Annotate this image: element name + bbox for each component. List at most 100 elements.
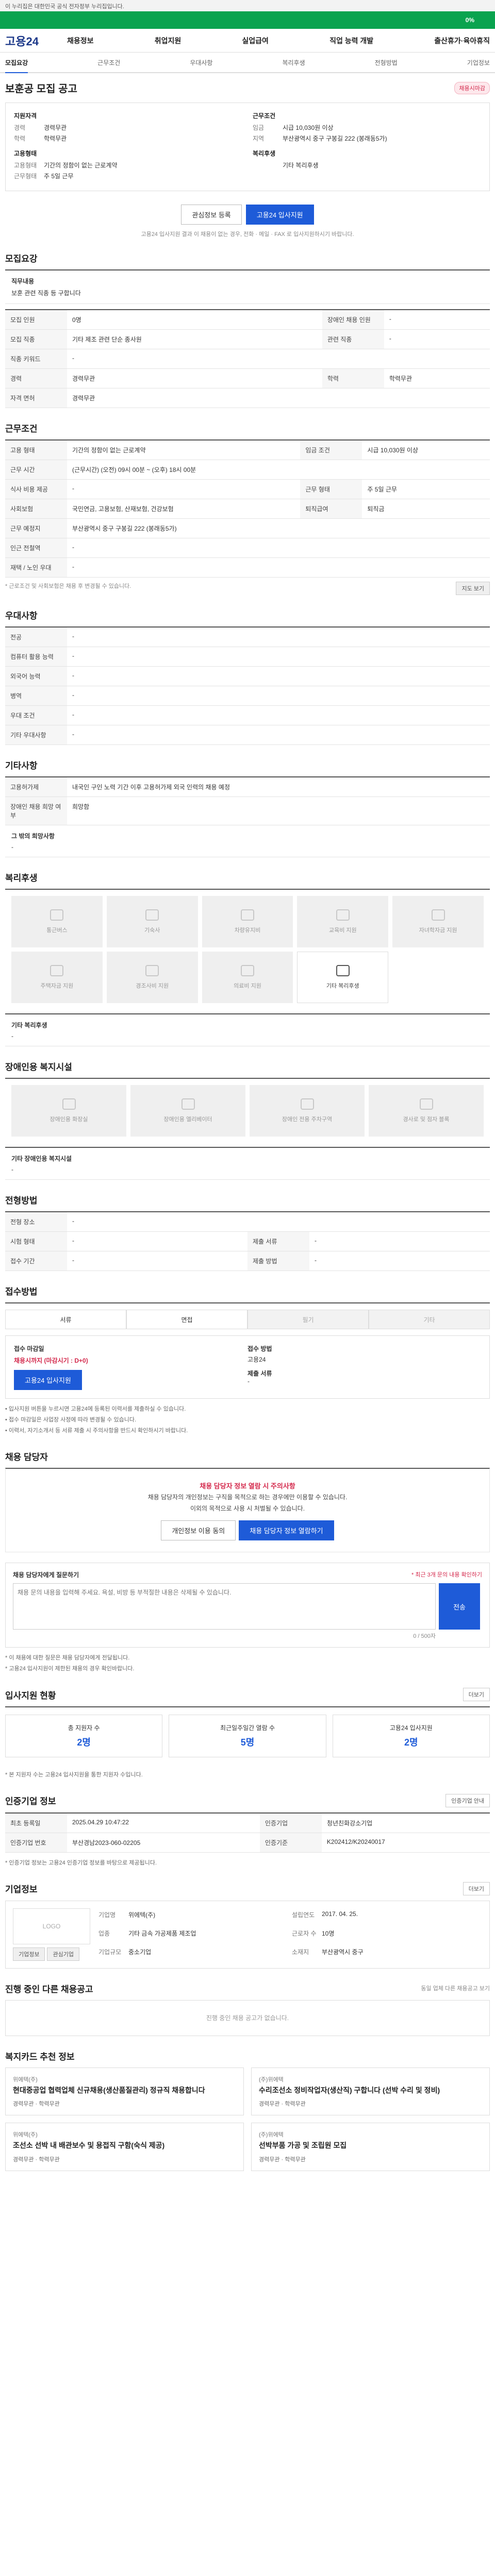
card-company: (주)위에텍: [259, 2076, 284, 2083]
recommend-card[interactable]: 위에텍(주) 현대중공업 협력업체 신규채용(생산품질관리) 정규직 채용합니다 경…: [5, 2067, 244, 2116]
table-cell: (근무시간) (오전) 09시 00분 ~ (오후) 18시 00분: [67, 460, 490, 480]
nav-item[interactable]: 실업급여: [242, 36, 269, 46]
table-cell: -: [67, 349, 490, 369]
card-title[interactable]: 수리조선소 정비작업자(생산직) 구합니다 (선박 수리 및 정비): [259, 2086, 482, 2096]
table-header-cell: 학력: [322, 368, 384, 388]
progress-bar: 0%: [0, 11, 495, 29]
facility-icon: [419, 1098, 433, 1110]
gov-banner: 이 누리집은 대한민국 공식 전자정부 누리집입니다.: [0, 0, 495, 11]
scrap-button[interactable]: 관심정보 등록: [181, 205, 242, 225]
receipt-apply-button[interactable]: 고용24 입사지원: [14, 1370, 82, 1390]
card-title[interactable]: 현대중공업 협력업체 신규채용(생산품질관리) 정규직 채용합니다: [13, 2086, 236, 2096]
welfare-etc-box: 기타 복리후생 -: [5, 1013, 490, 1046]
table-header-cell: 최초 등록일: [5, 1812, 67, 1833]
welfare-label: 통근버스: [46, 927, 68, 934]
other-wish-title: 그 밖의 희망사항: [11, 833, 55, 840]
method-tile: 기타: [369, 1310, 490, 1329]
nav-item[interactable]: 출산휴가·육아휴직: [434, 36, 490, 46]
stat-label: 고용24 입사지원: [389, 1724, 433, 1732]
summary-value: 기타 복리후생: [283, 162, 319, 169]
view-contact-button[interactable]: 채용 담당자 정보 열람하기: [239, 1520, 334, 1541]
table-cell: 부산경남2023-060-02205: [67, 1833, 260, 1853]
welfare-label: 차량유지비: [234, 927, 261, 934]
other-jobs-link[interactable]: 동일 업체 다른 채용공고 보기: [421, 1984, 490, 1992]
facility-label: 장애인용 화장실: [50, 1116, 88, 1123]
stat-card: 최근일주일간 열람 수 5명: [169, 1715, 326, 1758]
stat-card: 고용24 입사지원 2명: [332, 1715, 490, 1758]
company-fav-button[interactable]: 관심기업: [47, 1947, 79, 1961]
summary-row: 근무형태 주 5일 근무: [14, 172, 242, 180]
company-row: 소재지 부산광역시 중구: [292, 1947, 482, 1959]
table-header-cell: 관련 직종: [322, 329, 384, 349]
company-more-link[interactable]: 더보기: [463, 1882, 490, 1895]
preference-table: 전공 - 컴퓨터 활용 능력 - 외국어 능력 - 병역 - 우대 조건 - 기타 우대사항 -: [5, 626, 490, 745]
table-row: 자격 면허 경력무관: [5, 388, 490, 408]
privacy-agree-button[interactable]: 개인정보 이용 동의: [161, 1520, 236, 1541]
page-title: 보훈공 모집 공고: [5, 83, 77, 95]
company-key: 소재지: [292, 1948, 309, 1956]
contact-heading: 채용 담당자: [5, 1452, 48, 1462]
company-info-button[interactable]: 기업정보: [13, 1947, 45, 1961]
summary-value: 부산광역시 중구 구봉길 222 (봉래동5가): [283, 135, 387, 142]
question-send-button[interactable]: 전송: [439, 1583, 480, 1630]
table-header-cell: 전공: [5, 627, 67, 647]
tab-item[interactable]: 우대사항: [190, 58, 212, 67]
nav-item[interactable]: 직업 능력 개발: [329, 36, 373, 46]
receipt-docs-label: 제출 서류: [248, 1370, 272, 1377]
tab-item[interactable]: 모집요강: [5, 58, 28, 73]
cert-heading: 인증기업 정보: [5, 1797, 56, 1807]
other-table: 고용허가제 내국인 구인 노력 기간 이후 고용허가제 외국 인력의 채용 예정 장…: [5, 776, 490, 825]
table-cell: K202412/K20240017: [321, 1833, 490, 1853]
nav-item[interactable]: 채용정보: [67, 36, 94, 46]
welfare-tile: 주택자금 지원: [11, 952, 103, 1003]
tab-item[interactable]: 복리후생: [282, 58, 305, 67]
summary-key: 고용형태: [14, 162, 37, 169]
tab-item[interactable]: 기업정보: [467, 58, 490, 67]
table-cell: 경력무관: [67, 388, 490, 408]
welfare-etc-text: -: [11, 1032, 13, 1040]
nav-item[interactable]: 취업지원: [155, 36, 182, 46]
card-title[interactable]: 조선소 선박 내 배관보수 및 용접직 구함(숙식 제공): [13, 2141, 236, 2151]
card-title[interactable]: 선박부품 가공 및 조립원 모집: [259, 2141, 482, 2151]
table-cell: 국민연금, 고용보험, 산재보험, 건강보험: [67, 499, 301, 519]
table-cell: -: [67, 479, 301, 499]
company-value: 위에텍(주): [128, 1911, 156, 1919]
cert-table: 최초 등록일 2025.04.29 10:47:22 인증기업 청년친화강소기업 인증기…: [5, 1812, 490, 1853]
recruit-heading: 모집요강: [5, 254, 38, 264]
table-row: 재택 / 노인 우대 -: [5, 557, 490, 578]
disabled-etc-box: 기타 장애인용 복지시설 -: [5, 1147, 490, 1180]
table-header-cell: 경력: [5, 368, 67, 388]
welfare-icon: [145, 909, 159, 921]
map-button[interactable]: 지도 보기: [456, 582, 490, 595]
welfare-label: 자녀학자금 지원: [419, 927, 457, 934]
table-row: 모집 직종 기타 제조 관련 단순 종사원 관련 직종 -: [5, 329, 490, 349]
recommend-card[interactable]: 위에텍(주) 조선소 선박 내 배관보수 및 용접직 구함(숙식 제공) 경력무관 …: [5, 2123, 244, 2171]
welfare-tile: 의료비 지원: [202, 952, 293, 1003]
screening-table: 전형 장소 - 시험 형태 - 제출 서류 - 접수 기간 - 제출 방법 -: [5, 1211, 490, 1271]
tab-item[interactable]: 근무조건: [97, 58, 120, 67]
recommend-card[interactable]: (주)위에텍 선박부품 가공 및 조립원 모집 경력무관 · 학력무관: [251, 2123, 490, 2171]
receipt-notes: • 입사지원 버튼을 누르시면 고용24에 등록된 이력서를 제출하실 수 있습…: [5, 1404, 490, 1436]
summary-value: 경력무관: [44, 124, 67, 131]
disabled-heading: 장애인용 복지시설: [5, 1062, 72, 1072]
cert-guide-button[interactable]: 인증기업 안내: [446, 1793, 490, 1807]
welfare-section-heading: 복리후생: [5, 873, 38, 883]
summary-value: 기간의 정함이 없는 근로계약: [44, 162, 118, 169]
summary-key: 학력: [14, 135, 26, 142]
table-header-cell: 모집 직종: [5, 329, 67, 349]
receipt-note: • 접수 마감일은 사업장 사정에 따라 변경될 수 있습니다.: [5, 1416, 136, 1423]
site-logo[interactable]: 고용24: [5, 32, 46, 49]
apply-button[interactable]: 고용24 입사지원: [245, 205, 314, 225]
tab-item[interactable]: 전형방법: [375, 58, 398, 67]
table-row: 전형 장소 -: [5, 1212, 490, 1232]
question-input[interactable]: [13, 1583, 436, 1630]
warning-title: 채용 담당자 정보 열람 시 주의사항: [200, 1482, 295, 1490]
summary-row: 고용형태 기간의 정함이 없는 근로계약: [14, 161, 242, 170]
table-header-cell: 인증기업: [259, 1812, 322, 1833]
disabled-etc-text: -: [11, 1166, 13, 1173]
recommend-card[interactable]: (주)위에텍수리조선소 정비작업자(생산직) 구합니다 (선박 수리 및 정비)…: [251, 2067, 490, 2116]
facility-label: 장애인용 엘리베이터: [163, 1116, 212, 1123]
applicants-more-link[interactable]: 더보기: [463, 1688, 490, 1702]
company-logo: LOGO: [13, 1908, 90, 1944]
question-hint[interactable]: * 최근 3개 문의 내용 확인하기: [411, 1570, 482, 1579]
